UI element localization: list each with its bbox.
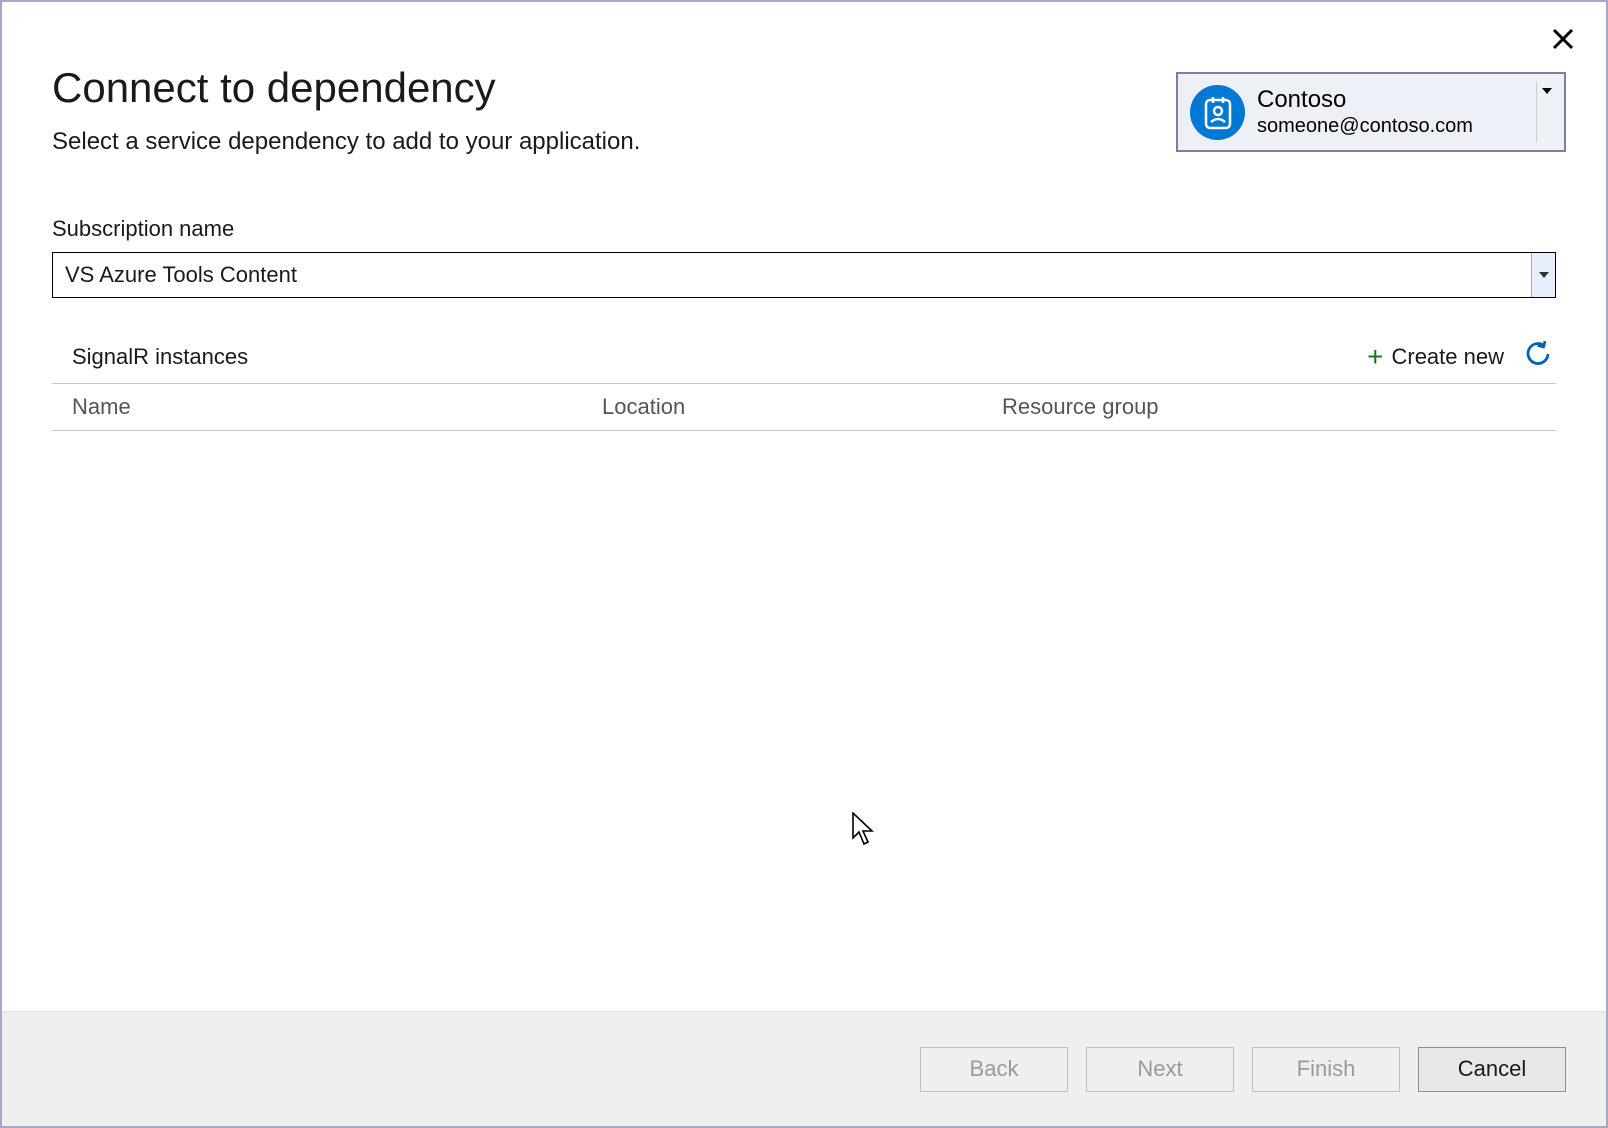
cancel-button[interactable]: Cancel: [1418, 1047, 1566, 1092]
create-new-button[interactable]: + Create new: [1367, 341, 1504, 373]
instances-header: SignalR instances + Create new: [52, 340, 1556, 383]
footer: Back Next Finish Cancel: [2, 1011, 1606, 1126]
create-new-label: Create new: [1391, 344, 1504, 370]
subscription-value: VS Azure Tools Content: [53, 262, 1531, 288]
chevron-down-icon: [1539, 272, 1549, 278]
finish-button[interactable]: Finish: [1252, 1047, 1400, 1092]
chevron-down-icon: [1536, 82, 1552, 142]
back-button[interactable]: Back: [920, 1047, 1068, 1092]
account-text: Contoso someone@contoso.com: [1257, 86, 1530, 139]
col-location[interactable]: Location: [602, 394, 1002, 420]
refresh-button[interactable]: [1524, 340, 1552, 373]
col-resource-group[interactable]: Resource group: [1002, 394, 1556, 420]
col-name[interactable]: Name: [72, 394, 602, 420]
account-name: Contoso: [1257, 86, 1530, 115]
refresh-icon: [1524, 340, 1552, 368]
badge-icon: [1190, 85, 1245, 140]
subscription-label: Subscription name: [52, 216, 1556, 242]
instances-actions: + Create new: [1367, 340, 1552, 373]
header: Connect to dependency Select a service d…: [2, 2, 1606, 156]
content-area: Subscription name VS Azure Tools Content…: [2, 156, 1606, 1011]
dropdown-toggle[interactable]: [1531, 253, 1555, 297]
plus-icon: +: [1367, 341, 1383, 373]
account-email: someone@contoso.com: [1257, 114, 1530, 138]
table-header: Name Location Resource group: [52, 383, 1556, 431]
account-selector[interactable]: Contoso someone@contoso.com: [1176, 72, 1566, 152]
subscription-dropdown[interactable]: VS Azure Tools Content: [52, 252, 1556, 298]
next-button[interactable]: Next: [1086, 1047, 1234, 1092]
dialog-window: Connect to dependency Select a service d…: [0, 0, 1608, 1128]
instances-label: SignalR instances: [72, 344, 248, 370]
